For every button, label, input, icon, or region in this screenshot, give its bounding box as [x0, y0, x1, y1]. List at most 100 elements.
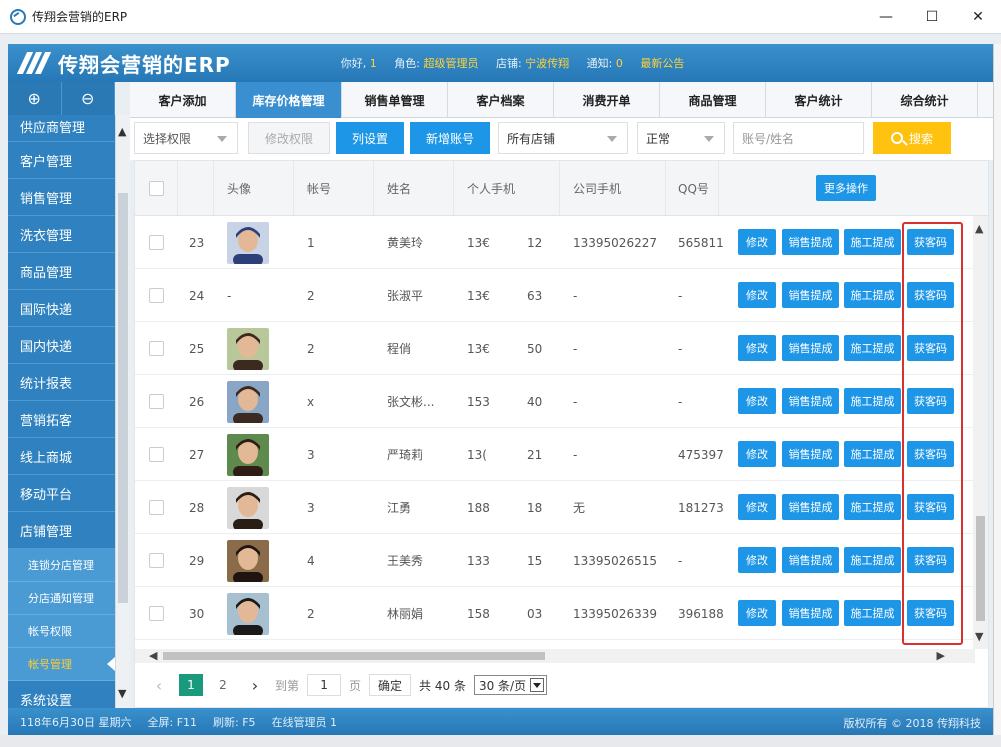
close-button[interactable]: ✕ [955, 0, 1001, 34]
prev-page-button[interactable]: ‹ [147, 674, 171, 696]
edit-button[interactable]: 修改 [738, 388, 776, 414]
table-row[interactable]: 26 x 张文彬... 153 40 - - 修改 销售提成 施工提成 获客码 [135, 375, 975, 428]
goto-page-input[interactable]: 1 [307, 674, 342, 696]
page-1-button[interactable]: 1 [179, 674, 203, 696]
table-horizontal-scrollbar[interactable]: ◀ ▶ [135, 649, 975, 663]
page-size-select[interactable]: 30 条/页 [473, 675, 548, 695]
table-vscroll-thumb[interactable] [976, 516, 985, 621]
work-commission-button[interactable]: 施工提成 [844, 600, 901, 626]
table-row[interactable]: 23 1 黄美玲 13€ 12 13395026227 565811 修改 销售… [135, 216, 975, 269]
sidebar-sub-chain-stores[interactable]: 连锁分店管理 [8, 549, 115, 582]
row-checkbox[interactable] [149, 288, 164, 303]
edit-button[interactable]: 修改 [738, 229, 776, 255]
sidebar-item-system-settings[interactable]: 系统设置 [8, 681, 115, 709]
table-row[interactable]: 30 2 林丽娟 158 03 13395026339 396188 修改 销售… [135, 587, 975, 640]
get-code-button[interactable]: 获客码 [907, 335, 954, 361]
sidebar-sub-account-management[interactable]: 帐号管理 [8, 648, 115, 681]
get-code-button[interactable]: 获客码 [907, 494, 954, 520]
sales-commission-button[interactable]: 销售提成 [782, 229, 839, 255]
maximize-button[interactable]: ☐ [909, 0, 955, 34]
chevron-down-icon[interactable]: ▼ [975, 630, 983, 643]
collapse-all-icon[interactable]: ⊖ [62, 82, 115, 115]
edit-button[interactable]: 修改 [738, 441, 776, 467]
sidebar-item-customer[interactable]: 客户管理 [8, 142, 115, 179]
chevron-right-icon[interactable]: ▶ [937, 649, 945, 662]
table-row[interactable]: 28 3 江勇 188 18 无 181273 修改 销售提成 施工提成 获客码 [135, 481, 975, 534]
tab-inventory-price[interactable]: 库存价格管理 [236, 82, 342, 118]
row-checkbox[interactable] [149, 500, 164, 515]
search-button[interactable]: 搜索 [873, 122, 951, 154]
sales-commission-button[interactable]: 销售提成 [782, 335, 839, 361]
select-all-checkbox[interactable] [148, 180, 164, 196]
work-commission-button[interactable]: 施工提成 [844, 335, 901, 361]
row-checkbox[interactable] [149, 606, 164, 621]
table-hscroll-thumb[interactable] [163, 652, 545, 660]
sidebar-item-domestic-express[interactable]: 国内快递 [8, 327, 115, 364]
row-checkbox[interactable] [149, 235, 164, 250]
sidebar-item-store[interactable]: 店铺管理 [8, 512, 115, 549]
sidebar-scrollbar[interactable]: ▲ ▼ [115, 115, 130, 708]
row-checkbox[interactable] [149, 394, 164, 409]
sales-commission-button[interactable]: 销售提成 [782, 441, 839, 467]
chevron-left-icon[interactable]: ◀ [149, 649, 157, 662]
more-actions-button[interactable]: 更多操作 [816, 175, 876, 201]
get-code-button[interactable]: 获客码 [907, 547, 954, 573]
page-2-button[interactable]: 2 [211, 674, 235, 696]
sales-commission-button[interactable]: 销售提成 [782, 388, 839, 414]
get-code-button[interactable]: 获客码 [907, 282, 954, 308]
sidebar-scroll-thumb[interactable] [118, 193, 128, 603]
work-commission-button[interactable]: 施工提成 [844, 441, 901, 467]
sidebar-item-reports[interactable]: 统计报表 [8, 364, 115, 401]
sales-commission-button[interactable]: 销售提成 [782, 547, 839, 573]
edit-button[interactable]: 修改 [738, 335, 776, 361]
edit-button[interactable]: 修改 [738, 282, 776, 308]
get-code-button[interactable]: 获客码 [907, 388, 954, 414]
sidebar-item-supplier[interactable]: 供应商管理 [8, 115, 115, 142]
chevron-up-icon[interactable]: ▲ [975, 222, 983, 235]
sales-commission-button[interactable]: 销售提成 [782, 494, 839, 520]
store-select[interactable]: 所有店铺 [498, 122, 628, 154]
chevron-up-icon[interactable]: ▲ [118, 125, 126, 138]
goto-confirm-button[interactable]: 确定 [369, 674, 412, 696]
tab-customer-files[interactable]: 客户档案 [448, 82, 554, 118]
edit-button[interactable]: 修改 [738, 494, 776, 520]
sidebar-item-sales[interactable]: 销售管理 [8, 179, 115, 216]
row-checkbox[interactable] [149, 553, 164, 568]
work-commission-button[interactable]: 施工提成 [844, 388, 901, 414]
add-account-button[interactable]: 新增账号 [410, 122, 490, 154]
search-input[interactable]: 账号/姓名 [733, 122, 864, 154]
edit-button[interactable]: 修改 [738, 600, 776, 626]
get-code-button[interactable]: 获客码 [907, 600, 954, 626]
sales-commission-button[interactable]: 销售提成 [782, 282, 839, 308]
chevron-down-icon[interactable]: ▼ [118, 687, 126, 700]
tab-goods-management[interactable]: 商品管理 [660, 82, 766, 118]
row-checkbox[interactable] [149, 447, 164, 462]
sidebar-sub-account-permissions[interactable]: 帐号权限 [8, 615, 115, 648]
modify-permission-button[interactable]: 修改权限 [248, 122, 330, 154]
tab-customer-add[interactable]: 客户添加 [130, 82, 236, 118]
permission-select[interactable]: 选择权限 [134, 122, 238, 154]
work-commission-button[interactable]: 施工提成 [844, 547, 901, 573]
tab-overall-stats[interactable]: 综合统计 [872, 82, 978, 118]
next-page-button[interactable]: › [243, 674, 267, 696]
sidebar-item-online-mall[interactable]: 线上商城 [8, 438, 115, 475]
column-settings-button[interactable]: 列设置 [336, 122, 404, 154]
table-row[interactable]: 25 2 程俏 13€ 50 - - 修改 销售提成 施工提成 获客码 [135, 322, 975, 375]
edit-button[interactable]: 修改 [738, 547, 776, 573]
tab-consumption-billing[interactable]: 消费开单 [554, 82, 660, 118]
sidebar-item-marketing[interactable]: 营销拓客 [8, 401, 115, 438]
work-commission-button[interactable]: 施工提成 [844, 494, 901, 520]
latest-notice-link[interactable]: 最新公告 [640, 57, 684, 70]
notice-count[interactable]: 0 [616, 57, 623, 70]
table-vertical-scrollbar[interactable]: ▲ ▼ [973, 216, 988, 649]
work-commission-button[interactable]: 施工提成 [844, 282, 901, 308]
sidebar-item-laundry[interactable]: 洗衣管理 [8, 216, 115, 253]
tab-customer-stats[interactable]: 客户统计 [766, 82, 872, 118]
minimize-button[interactable]: — [863, 0, 909, 34]
table-row[interactable]: 29 4 王美秀 133 15 13395026515 - 修改 销售提成 施工… [135, 534, 975, 587]
sidebar-item-goods[interactable]: 商品管理 [8, 253, 115, 290]
status-select[interactable]: 正常 [637, 122, 725, 154]
table-row[interactable]: 27 3 严琦莉 13( 21 - 475397 修改 销售提成 施工提成 获客… [135, 428, 975, 481]
row-checkbox[interactable] [149, 341, 164, 356]
tab-sales-orders[interactable]: 销售单管理 [342, 82, 448, 118]
